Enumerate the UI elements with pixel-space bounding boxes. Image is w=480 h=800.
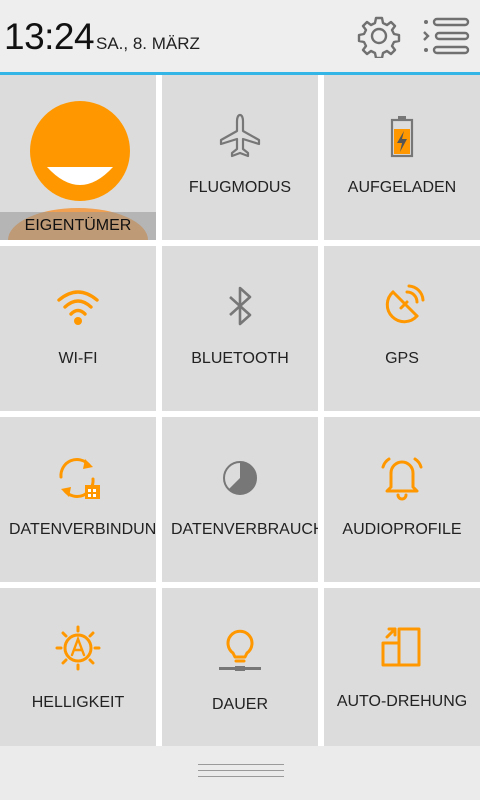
tile-label: AUDIOPROFILE <box>342 521 462 538</box>
tile-audioprofile[interactable]: AUDIOPROFILE <box>324 417 480 582</box>
tile-datenverbrauch[interactable]: DATENVERBRAUCH <box>162 417 318 582</box>
notification-list-icon[interactable] <box>422 14 470 58</box>
gps-icon <box>377 282 427 332</box>
panel-footer <box>0 746 480 800</box>
data-connection-icon <box>53 453 103 503</box>
tile-label: DATENVERBRAUCH <box>171 521 318 538</box>
data-usage-icon <box>215 453 265 503</box>
wifi-icon <box>53 282 103 332</box>
brightness-auto-icon <box>53 623 103 673</box>
drag-handle[interactable] <box>198 764 284 782</box>
tile-aufgeladen[interactable]: AUFGELADEN <box>324 75 480 240</box>
tile-label: EIGENTÜMER <box>24 217 132 234</box>
tile-dauer[interactable]: DAUER <box>162 588 318 746</box>
tile-label: AUTO-DREHUNG <box>336 693 468 710</box>
owner-label-band: EIGENTÜMER <box>0 212 156 240</box>
tile-auto-drehung[interactable]: AUTO-DREHUNG <box>324 588 480 746</box>
tile-gps[interactable]: GPS <box>324 246 480 411</box>
clock-time: 13:24 <box>4 16 95 57</box>
tile-label: HELLIGKEIT <box>31 694 125 711</box>
tile-wifi[interactable]: WI-FI <box>0 246 156 411</box>
tile-label: DAUER <box>211 696 268 713</box>
tile-label: BLUETOOTH <box>191 350 289 367</box>
timeout-bulb-icon <box>215 623 265 673</box>
tile-label: AUFGELADEN <box>347 179 457 196</box>
status-header: 13:24 SA., 8. MÄRZ <box>0 0 480 72</box>
date-text: SA., 8. MÄRZ <box>96 34 200 53</box>
tile-label: GPS <box>385 350 419 367</box>
tile-label: WI-FI <box>58 350 98 367</box>
tile-flugmodus[interactable]: FLUGMODUS <box>162 75 318 240</box>
tile-datenverbindung[interactable]: DATENVERBINDUNG <box>0 417 156 582</box>
quick-settings-grid: EIGENTÜMER FLUGMODUS AUFGELADEN WI-FI BL… <box>0 75 480 746</box>
tile-owner[interactable]: EIGENTÜMER <box>0 75 156 240</box>
tile-label: FLUGMODUS <box>188 179 292 196</box>
bluetooth-icon <box>215 282 265 332</box>
settings-gear-icon[interactable] <box>357 14 401 58</box>
battery-charging-icon <box>377 111 427 161</box>
airplane-icon <box>215 111 265 161</box>
auto-rotate-icon <box>377 623 427 673</box>
tile-helligkeit[interactable]: HELLIGKEIT <box>0 588 156 746</box>
tile-label: DATENVERBINDUNG <box>9 521 156 538</box>
tile-bluetooth[interactable]: BLUETOOTH <box>162 246 318 411</box>
audio-profile-bell-icon <box>377 453 427 503</box>
